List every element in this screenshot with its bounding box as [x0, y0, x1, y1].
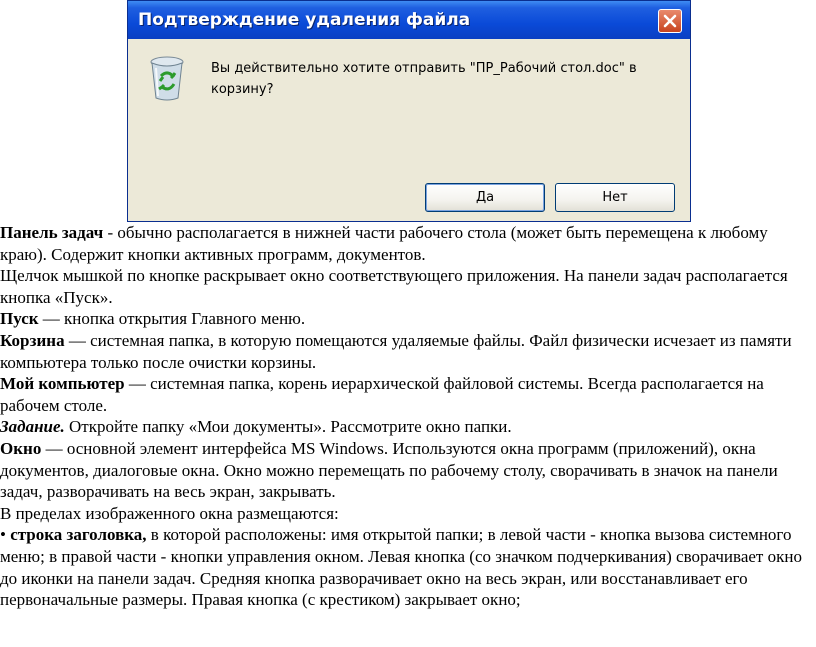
paragraph-window: Окно — основной элемент интерфейса MS Wi… — [0, 438, 814, 503]
no-button[interactable]: Нет — [555, 183, 675, 212]
text-recycle-bin: — системная папка, в которую помещаются … — [0, 330, 792, 372]
term-recycle-bin: Корзина — [0, 330, 65, 350]
paragraph-task: Задание. Откройте папку «Мои документы».… — [0, 416, 814, 438]
yes-button[interactable]: Да — [425, 183, 545, 212]
text-start: — кнопка открытия Главного меню. — [38, 309, 306, 329]
paragraph-start: Пуск — кнопка открытия Главного меню. — [0, 308, 814, 330]
dialog-body: Вы действительно хотите отправить "ПР_Ра… — [131, 39, 687, 218]
paragraph-contents: В пределах изображенного окна размещаютс… — [0, 503, 814, 525]
text-taskbar: - обычно располагается в нижней части ра… — [0, 223, 768, 264]
recycle-bin-icon — [150, 56, 184, 101]
term-title-bar: строка заголовка, — [10, 525, 147, 545]
document-text: Панель задач - обычно располагается в ни… — [0, 222, 814, 611]
term-task: Задание. — [0, 417, 65, 437]
close-button[interactable] — [658, 9, 682, 33]
bullet: • — [0, 525, 6, 545]
paragraph-title-bar: • строка заголовка, в которой расположен… — [0, 524, 814, 610]
term-taskbar: Панель задач — [0, 223, 104, 242]
confirmation-message: Вы действительно хотите отправить "ПР_Ра… — [211, 61, 637, 97]
close-icon — [663, 14, 677, 28]
term-my-computer: Мой компьютер — [0, 374, 125, 394]
dialog-titlebar[interactable]: Подтверждение удаления файла — [128, 1, 690, 39]
paragraph-recycle-bin: Корзина — системная папка, в которую пом… — [0, 330, 814, 373]
term-window: Окно — [0, 438, 42, 458]
text-click: Щелчок мышкой по кнопке раскрывает окно … — [0, 266, 788, 307]
delete-confirmation-dialog: Подтверждение удаления файла Вы действит… — [127, 0, 691, 222]
paragraph-taskbar: Панель задач - обычно располагается в ни… — [0, 222, 814, 265]
paragraph-my-computer: Мой компьютер — системная папка, корень … — [0, 373, 814, 416]
text-task: Откройте папку «Мои документы». Рассмотр… — [64, 417, 512, 437]
text-window: — основной элемент интерфейса MS Windows… — [0, 438, 778, 502]
term-start: Пуск — [0, 309, 39, 329]
text-contents: В пределах изображенного окна размещаютс… — [0, 503, 339, 523]
dialog-title: Подтверждение удаления файла — [138, 10, 471, 30]
paragraph-click: Щелчок мышкой по кнопке раскрывает окно … — [0, 265, 814, 308]
